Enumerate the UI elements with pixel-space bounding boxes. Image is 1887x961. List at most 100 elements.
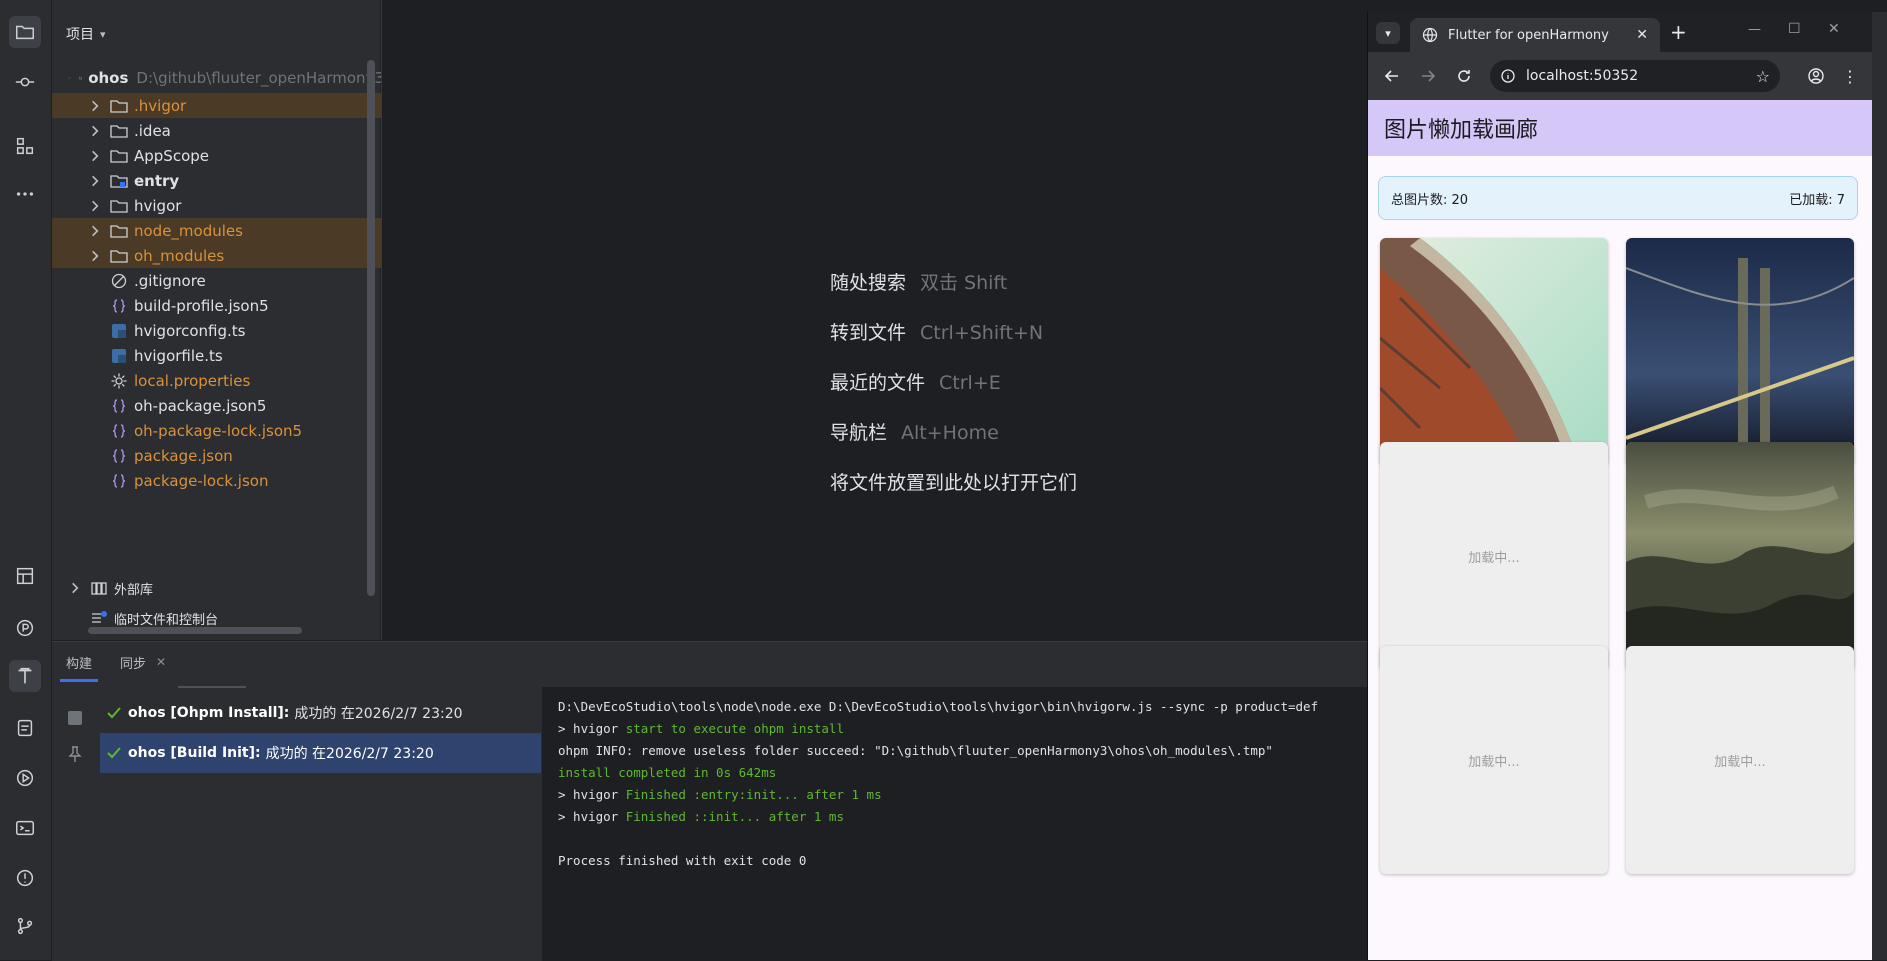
tree-item[interactable]: .idea — [52, 118, 404, 143]
site-info-icon[interactable] — [1500, 68, 1516, 84]
json-file-icon — [110, 472, 128, 490]
editor-hint: 将文件放置到此处以打开它们 — [830, 468, 1077, 495]
module-folder-icon — [110, 172, 128, 190]
tree-item-label: .gitignore — [134, 271, 206, 290]
pin-icon[interactable] — [67, 745, 83, 763]
tree-external-libraries[interactable]: 外部库 — [52, 573, 384, 603]
tree-item-label: build-profile.json5 — [134, 296, 269, 315]
browser-tab-active[interactable]: Flutter for openHarmony ✕ — [1410, 18, 1660, 52]
more-tools-icon[interactable] — [9, 178, 41, 210]
task-name: ohos [Ohpm Install]: — [128, 705, 290, 721]
tree-item-label: hvigor — [134, 196, 182, 215]
build-panel: 构建 同步 ✕ ohos [Ohpm Install]: 成功的 在2026/2… — [52, 641, 1367, 961]
editor-area: 随处搜索 双击 Shift 转到文件 Ctrl+Shift+N 最近的文件 Ctrl+E 导… — [381, 0, 1368, 640]
console-segment: start to execute ohpm install — [625, 721, 844, 736]
chevron-right-icon — [88, 149, 102, 163]
profile-icon[interactable] — [1804, 64, 1828, 88]
project-tool-icon[interactable] — [9, 16, 41, 48]
layout-inspector-icon[interactable] — [9, 560, 41, 592]
root-path: D:\github\fluuter_openHarmony3 — [136, 69, 384, 87]
gallery-image-misty-forest[interactable] — [1626, 442, 1854, 670]
build-console-output[interactable]: D:\DevEcoStudio\tools\node\node.exe D:\D… — [542, 687, 1367, 961]
reload-icon[interactable] — [1452, 64, 1476, 88]
project-view-selector[interactable]: 项目 ▾ — [52, 14, 106, 54]
tree-item[interactable]: .hvigor — [52, 93, 404, 118]
tab-build[interactable]: 构建 — [52, 642, 106, 682]
url-text: localhost:50352 — [1526, 68, 1639, 84]
gallery-tile-loading[interactable]: 加载中... — [1380, 442, 1608, 670]
close-icon[interactable]: ✕ — [156, 655, 166, 669]
new-tab-button[interactable]: + — [1670, 20, 1687, 44]
problems-tool-icon[interactable] — [9, 862, 41, 894]
chevron-right-icon — [68, 581, 82, 595]
chevron-right-icon — [88, 199, 102, 213]
minimize-button[interactable]: — — [1748, 22, 1761, 37]
module-folder-icon — [78, 69, 83, 87]
gallery-tile-loading[interactable]: 加载中... — [1380, 646, 1608, 874]
forward-arrow-icon[interactable] — [1416, 64, 1440, 88]
close-window-button[interactable]: ✕ — [1828, 21, 1840, 37]
tree-item[interactable]: node_modules — [52, 218, 404, 243]
task-status: 成功的 在2026/2/7 23:20 — [294, 706, 463, 722]
terminal-tool-icon[interactable] — [9, 812, 41, 844]
profiler-icon[interactable] — [9, 612, 41, 644]
console-segment: install completed in 0s 642ms — [558, 765, 777, 780]
app-bar: 图片懒加载画廊 — [1368, 100, 1873, 156]
structure-tool-icon[interactable] — [9, 130, 41, 162]
console-line: > hvigor start to execute ohpm install — [558, 721, 844, 736]
tree-item-label: .hvigor — [134, 96, 187, 115]
project-vertical-scrollbar[interactable] — [367, 60, 375, 596]
browser-window: ▾ Flutter for openHarmony ✕ + — ☐ ✕ loca… — [1367, 12, 1873, 960]
globe-icon — [1422, 27, 1438, 43]
services-tool-icon[interactable] — [9, 762, 41, 794]
back-arrow-icon[interactable] — [1380, 64, 1404, 88]
chevron-right-icon — [88, 224, 102, 238]
bookmark-star-icon[interactable]: ☆ — [1756, 67, 1770, 86]
tree-root-ohos[interactable]: ohos D:\github\fluuter_openHarmony3 — [52, 63, 384, 93]
gallery-image-stadium-roof[interactable] — [1380, 238, 1608, 466]
gallery-tile-loading[interactable]: 加载中... — [1626, 646, 1854, 874]
tab-search-icon[interactable]: ▾ — [1376, 22, 1400, 44]
tree-item[interactable]: oh_modules — [52, 243, 404, 268]
build-side-toolbar — [52, 687, 99, 961]
tab-title: Flutter for openHarmony — [1448, 27, 1609, 43]
hint-action: 最近的文件 — [830, 372, 926, 394]
gallery-image-bridge-night[interactable] — [1626, 238, 1854, 466]
maximize-button[interactable]: ☐ — [1788, 21, 1801, 37]
console-line: Process finished with exit code 0 — [558, 853, 807, 868]
ts-file-icon — [110, 347, 128, 365]
address-bar[interactable]: localhost:50352 ☆ — [1490, 60, 1780, 92]
ignore-file-icon — [110, 272, 128, 290]
build-tabs: 构建 同步 ✕ — [52, 642, 180, 682]
task-name: ohos [Build Init]: — [128, 745, 261, 761]
console-segment: Finished :entry:init... after 1 ms — [625, 787, 882, 802]
console-line: > hvigor Finished :entry:init... after 1… — [558, 787, 882, 802]
stop-icon[interactable] — [68, 711, 82, 725]
tab-sync[interactable]: 同步 ✕ — [106, 642, 180, 682]
editor-hint: 导航栏 Alt+Home — [830, 418, 999, 445]
build-tool-icon[interactable] — [9, 660, 41, 692]
tree-item[interactable]: hvigor — [52, 193, 404, 218]
scratches-label: 临时文件和控制台 — [114, 612, 219, 628]
editor-hint: 转到文件 Ctrl+Shift+N — [830, 318, 1043, 345]
commit-tool-icon[interactable] — [9, 66, 41, 98]
tree-item[interactable]: entry — [52, 168, 404, 193]
tree-item-label: AppScope — [134, 146, 209, 165]
menu-kebab-icon[interactable]: ⋮ — [1838, 64, 1862, 88]
project-panel-title: 项目 — [66, 27, 94, 43]
total-count: 总图片数: 20 — [1391, 192, 1469, 208]
chevron-right-icon — [88, 124, 102, 138]
build-task-row-selected[interactable]: ohos [Build Init]: 成功的 在2026/2/7 23:20 — [100, 733, 541, 773]
project-horizontal-scrollbar[interactable] — [88, 627, 302, 634]
hint-shortcut: 双击 Shift — [920, 272, 1008, 294]
external-libraries-label: 外部库 — [114, 582, 154, 598]
tree-item[interactable]: AppScope — [52, 143, 404, 168]
hint-action: 转到文件 — [830, 322, 907, 344]
gallery-body[interactable]: 总图片数: 20 已加载: 7 加载中... 加载中... 加载中... — [1368, 156, 1873, 960]
console-segment: > hvigor — [558, 721, 626, 736]
close-tab-icon[interactable]: ✕ — [1636, 27, 1648, 43]
git-tool-icon[interactable] — [9, 910, 41, 942]
console-line: install completed in 0s 642ms — [558, 765, 776, 780]
build-task-row[interactable]: ohos [Ohpm Install]: 成功的 在2026/2/7 23:20 — [100, 693, 541, 733]
todo-tool-icon[interactable] — [9, 712, 41, 744]
